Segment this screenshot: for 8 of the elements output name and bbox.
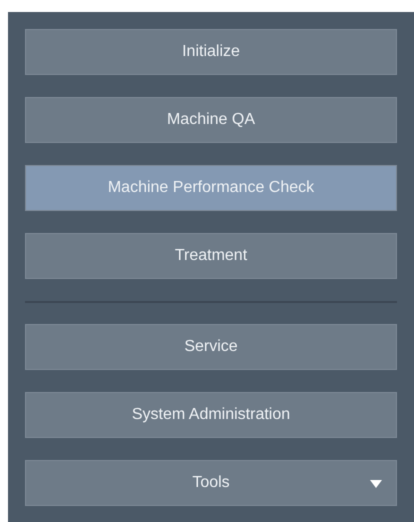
menu-button[interactable]: Treatment (25, 233, 397, 279)
menu-button[interactable]: Machine Performance Check (25, 165, 397, 211)
menu-button[interactable]: Machine QA (25, 97, 397, 143)
menu-button[interactable]: System Administration (25, 392, 397, 438)
menu-button[interactable]: Service (25, 324, 397, 370)
caret-down-icon (370, 480, 382, 488)
menu-button[interactable]: Initialize (25, 29, 397, 75)
dropdown-button[interactable]: Tools (25, 460, 397, 506)
